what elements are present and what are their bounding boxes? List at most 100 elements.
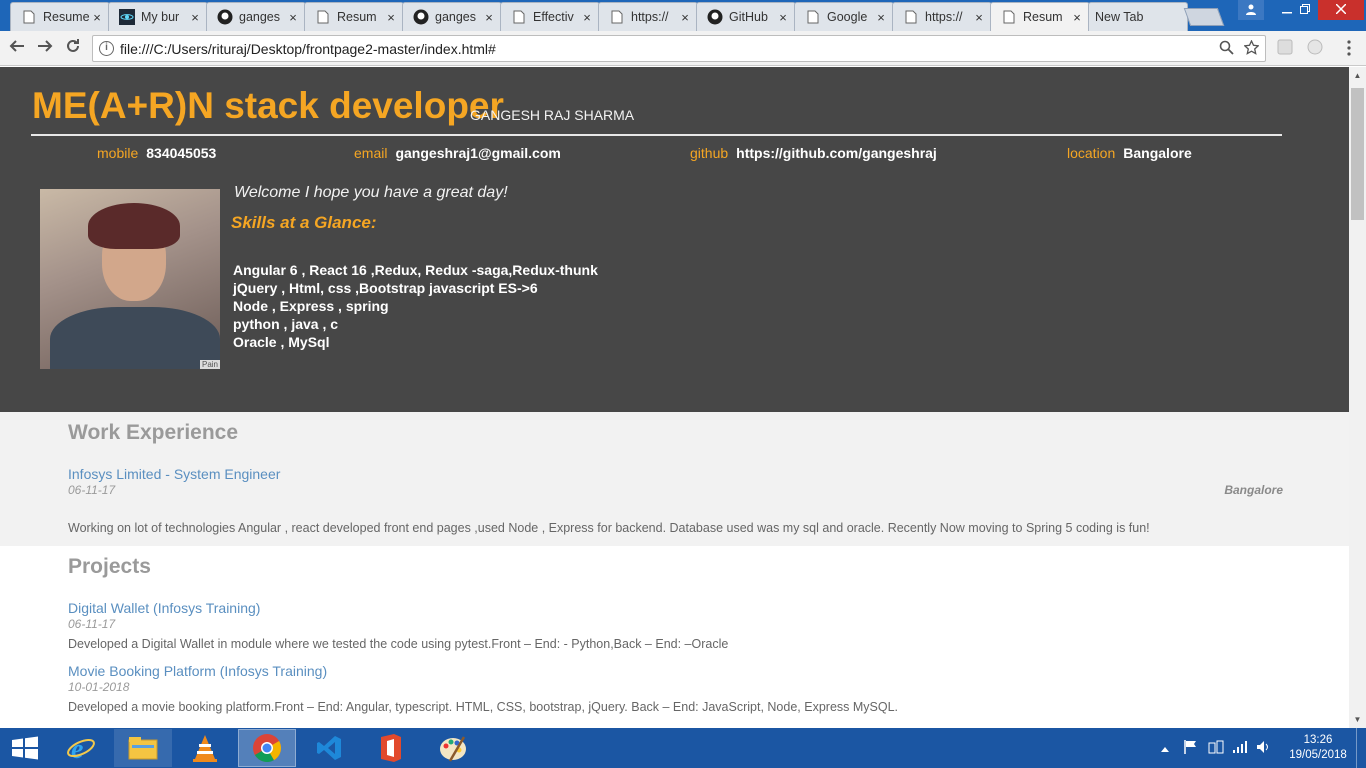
taskbar-chrome[interactable] [238,729,296,767]
welcome-text: Welcome I hope you have a great day! [234,184,508,201]
close-icon[interactable]: × [677,10,693,25]
address-bar[interactable]: i file:///C:/Users/rituraj/Desktop/front… [92,35,1266,62]
close-icon[interactable]: × [775,10,791,25]
skills-list: Angular 6 , React 16 ,Redux, Redux -saga… [233,261,598,351]
close-icon[interactable]: × [579,10,595,25]
tab-label: ganges [239,10,281,24]
contact-email: email gangeshraj1@gmail.com [354,145,561,161]
scroll-up-icon[interactable]: ▲ [1349,67,1366,84]
tab-resume-2[interactable]: Resum × [304,2,404,31]
forward-button[interactable] [34,37,56,59]
file-explorer-icon [128,737,158,760]
menu-icon[interactable] [1340,39,1358,57]
project-description: Developed a movie booking platform.Front… [68,700,899,714]
tab-google[interactable]: Google × [794,2,894,31]
close-icon[interactable]: × [383,10,399,25]
taskbar-vscode[interactable] [300,729,358,767]
page-icon [511,9,527,25]
tab-https-2[interactable]: https:// × [892,2,992,31]
contact-value: Bangalore [1123,145,1192,161]
taskbar-vlc[interactable] [176,729,234,767]
profile-icon[interactable] [1238,0,1264,20]
url-text[interactable]: file:///C:/Users/rituraj/Desktop/frontpa… [120,41,496,57]
projects-heading: Projects [68,555,151,578]
tab-effective[interactable]: Effectiv × [500,2,600,31]
hero-section: ME(A+R)N stack developer GANGESH RAJ SHA… [0,67,1349,412]
project-date: 06-11-17 [68,617,116,631]
page-icon [21,9,37,25]
extension-2-icon[interactable] [1306,39,1324,57]
system-clock[interactable]: 13:26 19/05/2018 [1288,733,1348,763]
page-subtitle: GANGESH RAJ SHARMA [470,107,635,123]
screen: Resume × My bur × ganges × Resum × gange… [0,0,1366,768]
work-item-title[interactable]: Infosys Limited - System Engineer [68,466,280,482]
restore-icon[interactable] [1290,0,1320,20]
contact-key: location [1067,145,1116,161]
vertical-scrollbar[interactable]: ▲ ▼ [1349,67,1366,728]
page-icon [805,9,821,25]
window-close-icon[interactable] [1318,0,1364,20]
work-item-date: 06-11-17 [68,483,116,497]
tab-label: https:// [925,10,963,24]
tab-strip: Resume × My bur × ganges × Resum × gange… [0,0,1366,31]
tab-https-1[interactable]: https:// × [598,2,698,31]
tab-resume-1[interactable]: Resume × [10,2,110,31]
tab-ganges-2[interactable]: ganges × [402,2,502,31]
project-title[interactable]: Movie Booking Platform (Infosys Training… [68,663,327,679]
taskbar: e 13:26 19/05/2018 [0,728,1366,768]
tab-my-bur[interactable]: My bur × [108,2,208,31]
tray-expand-icon[interactable] [1160,742,1170,756]
extension-icon[interactable] [1276,39,1294,57]
skill-line: Node , Express , spring [233,298,389,314]
chrome-icon [253,734,281,762]
close-icon[interactable]: × [285,10,301,25]
taskbar-office[interactable] [362,729,420,767]
tab-ganges-1[interactable]: ganges × [206,2,306,31]
github-icon [707,9,723,25]
internet-explorer-icon: e [67,734,95,763]
action-center-flag-icon[interactable] [1184,740,1198,757]
contact-value: 834045053 [146,145,217,161]
scroll-down-icon[interactable]: ▼ [1349,711,1366,728]
info-icon[interactable]: i [99,41,114,56]
windows-logo-icon [12,736,38,760]
page-icon [903,9,919,25]
close-icon[interactable]: × [1069,10,1085,25]
zoom-search-icon[interactable] [1219,40,1234,58]
visual-studio-code-icon [317,736,341,760]
network-signal-icon[interactable] [1232,740,1248,757]
skills-heading: Skills at a Glance: [231,213,377,232]
github-icon [217,9,233,25]
tab-new-tab[interactable]: New Tab [1088,2,1188,31]
contact-value[interactable]: https://github.com/gangeshraj [736,145,937,161]
show-desktop-button[interactable] [1356,728,1366,768]
back-arrow-icon [9,40,24,52]
svg-text:e: e [71,734,83,763]
project-description: Developed a Digital Wallet in module whe… [68,637,729,651]
close-icon[interactable]: × [187,10,203,25]
taskbar-internet-explorer[interactable]: e [52,729,110,767]
start-button[interactable] [0,728,50,768]
device-icon[interactable] [1208,740,1224,757]
taskbar-paint[interactable] [424,729,482,767]
bookmark-star-icon[interactable] [1243,39,1260,58]
forward-arrow-icon [38,40,53,52]
back-button[interactable] [6,37,28,59]
scrollbar-thumb[interactable] [1351,88,1364,220]
page-title: ME(A+R)N stack developer [32,85,504,126]
volume-icon[interactable] [1256,740,1272,757]
taskbar-file-explorer[interactable] [114,729,172,767]
tab-resume-active[interactable]: Resum × [990,2,1090,31]
close-icon[interactable]: × [873,10,889,25]
close-icon[interactable]: × [481,10,497,25]
contact-value[interactable]: gangeshraj1@gmail.com [395,145,560,161]
close-icon[interactable]: × [89,10,105,25]
new-tab-button[interactable] [1183,8,1225,26]
vlc-icon [193,735,217,762]
contact-key: mobile [97,145,139,161]
close-icon[interactable]: × [971,10,987,25]
clock-time: 13:26 [1303,734,1333,746]
tab-github[interactable]: GitHub × [696,2,796,31]
reload-button[interactable] [62,37,84,59]
project-title[interactable]: Digital Wallet (Infosys Training) [68,600,260,616]
